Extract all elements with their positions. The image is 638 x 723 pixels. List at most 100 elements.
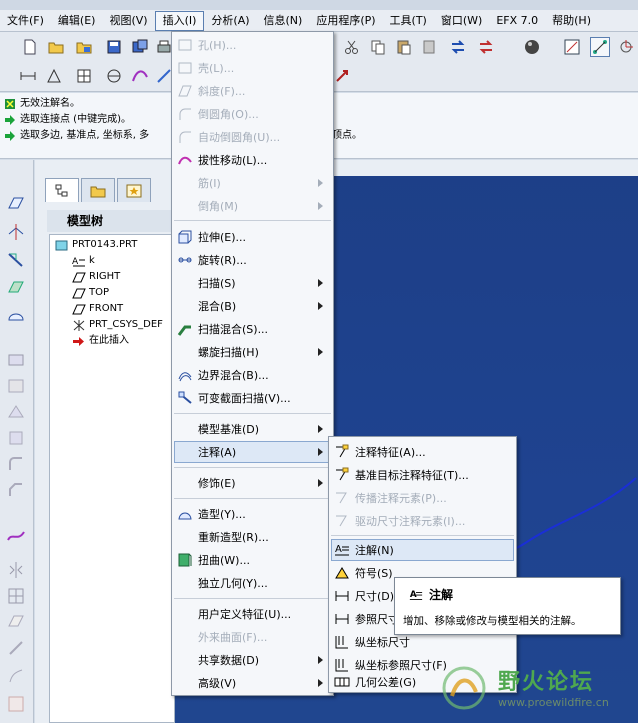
grid-table-icon[interactable]	[74, 66, 94, 86]
menu-item-chamfer[interactable]: 倒角(M)	[174, 195, 238, 217]
tree-node-datum-top[interactable]: TOP	[72, 285, 109, 301]
paste-special-icon[interactable]	[420, 37, 440, 57]
new-file-icon[interactable]	[20, 37, 40, 57]
menu-item-annotation[interactable]: 注释(A)	[174, 441, 236, 463]
menu-item-geometric-tolerance[interactable]: 几何公差(G)	[331, 671, 416, 693]
offset-tool-icon[interactable]	[6, 666, 26, 686]
csys-display-icon[interactable]	[616, 37, 636, 57]
round-tool-icon[interactable]	[6, 454, 26, 474]
thicken-tool-icon[interactable]	[6, 694, 26, 714]
menu-efx[interactable]: EFX 7.0	[489, 11, 545, 31]
open-part-icon[interactable]	[74, 37, 94, 57]
menu-item-boundary-blend[interactable]: 边界混合(B)...	[174, 364, 269, 386]
note-icon: A	[409, 589, 423, 600]
arrow-prompt-icon	[5, 131, 15, 141]
datum-point-tool-icon[interactable]	[6, 278, 26, 298]
curve-tool-icon[interactable]	[130, 66, 150, 86]
menu-item-flexible-move[interactable]: 拔性移动(L)...	[174, 149, 267, 171]
menu-item-symbol[interactable]: 符号(S)	[331, 562, 393, 584]
rib-tool-icon[interactable]	[6, 402, 26, 422]
menu-item-note[interactable]: A 注解(N)	[331, 539, 394, 561]
menu-item-udf[interactable]: 用户定义特征(U)...	[174, 603, 291, 625]
hole-tool-icon[interactable]	[6, 350, 26, 370]
menu-item-restyle[interactable]: 重新造型(R)...	[174, 526, 269, 548]
regen-manager-icon[interactable]	[476, 37, 496, 57]
open-folder-icon[interactable]	[46, 37, 66, 57]
shell-tool-icon[interactable]	[6, 376, 26, 396]
pattern-tool-icon[interactable]	[6, 586, 26, 606]
menu-item-model-datum[interactable]: 模型基准(D)	[174, 418, 259, 440]
menu-item-revolve[interactable]: 旋转(R)...	[174, 249, 247, 271]
datum-plane-tool-icon[interactable]	[6, 194, 26, 214]
menu-file[interactable]: 文件(F)	[0, 11, 51, 31]
menu-item-cosmetic[interactable]: 修饰(E)	[174, 472, 236, 494]
regenerate-icon[interactable]	[448, 37, 468, 57]
triangle-tool-icon[interactable]	[44, 66, 64, 86]
dimension-icon[interactable]	[18, 66, 38, 86]
menu-item-round[interactable]: 倒圆角(O)...	[174, 103, 259, 125]
menu-item-hole[interactable]: 孔(H)...	[174, 34, 236, 56]
copy-icon[interactable]	[368, 37, 388, 57]
menu-view[interactable]: 视图(V)	[102, 11, 154, 31]
menu-item-driving-dimension-annotation[interactable]: 驱动尺寸注释元素(I)...	[331, 510, 465, 532]
tab-folder-browser[interactable]	[81, 178, 115, 202]
datum-display-icon[interactable]	[590, 37, 610, 57]
menu-item-sweep[interactable]: 扫描(S)	[174, 272, 236, 294]
menu-item-helical-sweep[interactable]: 螺旋扫描(H)	[174, 341, 259, 363]
menu-edit[interactable]: 编辑(E)	[51, 11, 103, 31]
mirror-tool-icon[interactable]	[6, 560, 26, 580]
datum-curve-tool-icon[interactable]	[6, 250, 26, 270]
tab-model-tree[interactable]	[45, 178, 79, 202]
menu-window[interactable]: 窗口(W)	[434, 11, 489, 31]
datum-axis-tool-icon[interactable]	[6, 222, 26, 242]
menu-insert[interactable]: 插入(I)	[154, 10, 205, 31]
tree-node-datum-front[interactable]: FRONT	[72, 301, 123, 317]
menu-item-rib[interactable]: 筋(I)	[174, 172, 221, 194]
tree-node-note[interactable]: A k	[72, 253, 95, 269]
style-tool-icon[interactable]	[6, 526, 26, 546]
menu-item-draft[interactable]: 斜度(F)...	[174, 80, 245, 102]
section-icon[interactable]	[104, 66, 124, 86]
save-icon[interactable]	[104, 37, 124, 57]
menu-analysis[interactable]: 分析(A)	[204, 11, 256, 31]
drill-tool-icon[interactable]	[332, 66, 352, 86]
menu-item-blend[interactable]: 混合(B)	[174, 295, 236, 317]
cut-icon[interactable]	[342, 37, 362, 57]
draft-tool-icon[interactable]	[6, 428, 26, 448]
menu-item-variable-section-sweep[interactable]: 可变截面扫描(V)...	[174, 387, 291, 409]
chamfer-tool-icon[interactable]	[6, 480, 26, 500]
tab-favorites[interactable]	[117, 178, 151, 202]
boundary-blend-icon	[176, 366, 194, 384]
menu-item-warp[interactable]: 扭曲(W)...	[174, 549, 250, 571]
shading-sphere-icon[interactable]	[522, 37, 542, 57]
tree-node-part[interactable]: PRT0143.PRT	[55, 237, 137, 253]
menu-item-auto-round[interactable]: 自动倒圆角(U)...	[174, 126, 280, 148]
menu-item-reference-dimension[interactable]: 参照尺寸	[331, 608, 399, 630]
paste-icon[interactable]	[394, 37, 414, 57]
tree-node-csys[interactable]: PRT_CSYS_DEF	[72, 317, 163, 333]
tree-node-datum-right[interactable]: RIGHT	[72, 269, 120, 285]
menu-item-propagate-annotation[interactable]: 传播注释元素(P)...	[331, 487, 447, 509]
menu-item-independent-geometry[interactable]: 独立几何(Y)...	[174, 572, 268, 594]
menu-item-foreign-surface[interactable]: 外来曲面(F)...	[174, 626, 267, 648]
merge-tool-icon[interactable]	[6, 612, 26, 632]
menu-item-dimension[interactable]: 尺寸(D)	[331, 585, 394, 607]
sketch-view-icon[interactable]	[562, 37, 582, 57]
trim-tool-icon[interactable]	[6, 638, 26, 658]
menu-item-extrude[interactable]: 拉伸(E)...	[174, 226, 246, 248]
sketch-tool-icon[interactable]	[6, 306, 26, 326]
tree-node-insert-here[interactable]: 在此插入	[72, 333, 129, 349]
menu-item-advanced[interactable]: 高级(V)	[174, 672, 236, 694]
menu-item-shell[interactable]: 壳(L)...	[174, 57, 234, 79]
menu-item-swept-blend[interactable]: 扫描混合(S)...	[174, 318, 268, 340]
menu-item-annotation-feature[interactable]: 注释特征(A)...	[331, 441, 426, 463]
insert-menu: 孔(H)... 壳(L)... 斜度(F)... 倒圆角(O)... 自动倒圆角…	[171, 31, 334, 696]
menu-item-shared-data[interactable]: 共享数据(D)	[174, 649, 259, 671]
menu-applications[interactable]: 应用程序(P)	[309, 11, 382, 31]
menu-help[interactable]: 帮助(H)	[545, 11, 598, 31]
menu-tools[interactable]: 工具(T)	[383, 11, 434, 31]
menu-item-datum-target-annotation[interactable]: 基准目标注释特征(T)...	[331, 464, 469, 486]
menu-info[interactable]: 信息(N)	[257, 11, 310, 31]
save-copy-icon[interactable]	[130, 37, 150, 57]
menu-item-style[interactable]: 造型(Y)...	[174, 503, 246, 525]
